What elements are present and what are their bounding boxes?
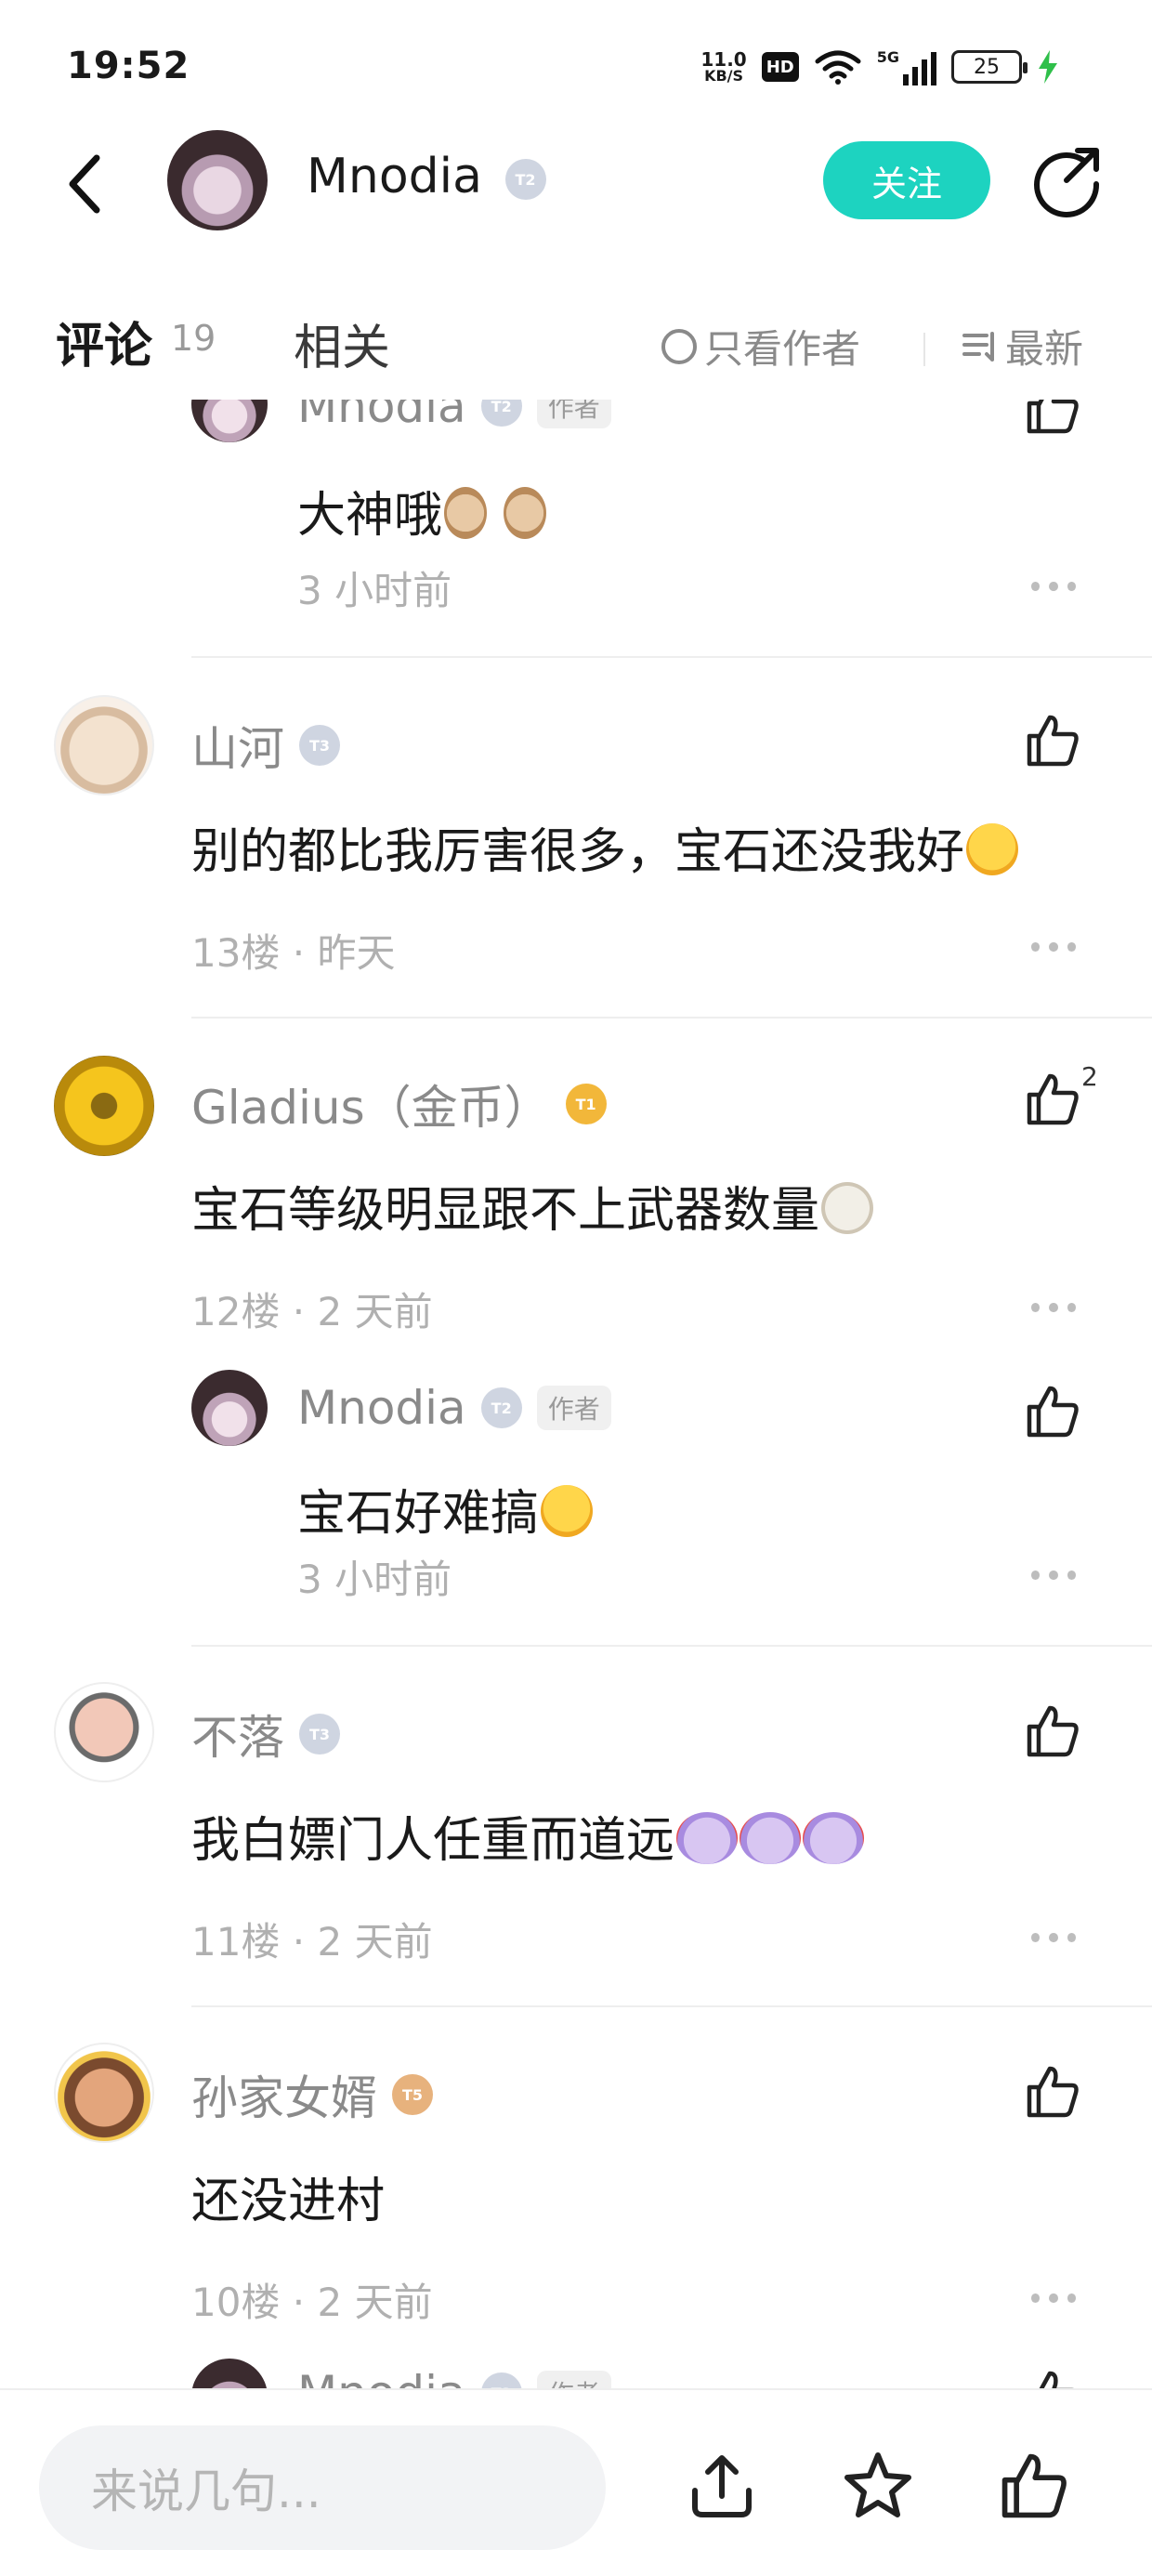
back-arrow-icon[interactable] <box>56 147 111 221</box>
more-options-icon[interactable] <box>1031 2293 1076 2305</box>
ghost-emoji <box>803 1812 865 1864</box>
status-bar: 19:52 11.0 KB/S HD 5G 25 <box>0 0 1152 130</box>
comment-meta: 11楼 · 2 天前 <box>191 1919 433 1965</box>
level-badge: T2 <box>480 1387 522 1428</box>
avatar[interactable] <box>191 2359 268 2388</box>
hd-icon: HD <box>761 52 799 82</box>
upload-icon[interactable] <box>686 2450 758 2522</box>
like-icon[interactable] <box>1024 2368 1081 2388</box>
author-tag: 作者 <box>536 2371 611 2388</box>
divider <box>191 2005 1152 2007</box>
sort-icon <box>962 331 994 361</box>
thumbs-up-icon[interactable] <box>998 2450 1070 2522</box>
like-icon[interactable] <box>1024 712 1081 769</box>
star-icon[interactable] <box>842 2450 914 2522</box>
thumbs-up-emoji <box>504 487 547 539</box>
comment-author[interactable]: 孙家女婿 T5 <box>191 2061 433 2128</box>
follow-button[interactable]: 关注 <box>823 141 990 219</box>
comment-text: 大神哦 <box>297 476 547 545</box>
divider <box>191 656 1152 658</box>
avatar[interactable] <box>54 2043 154 2143</box>
comment-meta: 10楼 · 2 天前 <box>191 2280 433 2325</box>
comment-text: 别的都比我厉害很多，宝石还没我好 <box>191 812 1019 882</box>
more-options-icon[interactable] <box>1031 1571 1076 1582</box>
comment-author[interactable]: 不落 T3 <box>191 1701 340 1768</box>
bottom-bar: 来说几句... <box>0 2388 1152 2576</box>
avatar[interactable] <box>191 400 268 442</box>
author-only-toggle[interactable]: 只看作者 <box>661 318 860 375</box>
like-icon[interactable] <box>1024 1383 1081 1440</box>
comment-text: 宝石好难搞 <box>297 1474 594 1544</box>
level-badge: T2 <box>504 159 546 200</box>
comment-tabs: 评论 19 相关 只看作者 最新 <box>0 297 1152 390</box>
comment-text: 我白嫖门人任重而道远 <box>191 1801 865 1871</box>
level-badge: T3 <box>299 725 340 766</box>
radio-circle-icon <box>661 328 697 364</box>
comments-count: 19 <box>171 318 216 359</box>
comment-list: Mnodia T2 作者 大神哦 3 小时前 山河 T3 别的都比我厉害很多，宝… <box>0 400 1152 2388</box>
like-icon[interactable] <box>1024 1071 1081 1128</box>
net-speed: 11.0 KB/S <box>700 48 747 85</box>
avatar[interactable] <box>54 1056 154 1156</box>
comment-meta: 13楼 · 昨天 <box>191 930 396 976</box>
status-icons: 11.0 KB/S HD 5G 25 <box>700 45 1059 89</box>
level-badge: T1 <box>565 1084 607 1124</box>
level-badge: T2 <box>480 2372 522 2388</box>
cat-emoji <box>821 1182 874 1234</box>
more-options-icon[interactable] <box>1031 942 1076 953</box>
author-tag: 作者 <box>536 1386 611 1430</box>
battery-icon: 25 <box>951 50 1028 84</box>
header: Mnodia T2 关注 <box>0 130 1152 279</box>
more-options-icon[interactable] <box>1031 1933 1076 1944</box>
level-badge: T2 <box>480 400 522 427</box>
tab-comments[interactable]: 评论 <box>56 307 152 380</box>
comment-author[interactable]: Mnodia T2 作者 <box>297 400 611 433</box>
comment-author[interactable]: 山河 T3 <box>191 712 340 779</box>
like-icon[interactable] <box>1024 400 1081 437</box>
wifi-icon <box>815 50 861 85</box>
crying-emoji <box>541 1485 594 1537</box>
divider <box>191 1017 1152 1019</box>
comment-author[interactable]: Mnodia T2 作者 <box>297 1381 611 1435</box>
ghost-emoji <box>740 1812 802 1864</box>
divider <box>191 1645 1152 1647</box>
author-avatar[interactable] <box>167 130 268 230</box>
like-icon[interactable] <box>1024 2063 1081 2121</box>
status-time: 19:52 <box>67 45 190 87</box>
thumbs-up-emoji <box>444 487 488 539</box>
comment-author[interactable]: Mnodia T2 作者 <box>297 2366 611 2388</box>
like-icon[interactable] <box>1024 1702 1081 1760</box>
comment-text: 还没进村 <box>191 2174 386 2229</box>
sort-dropdown[interactable]: 最新 <box>961 318 1083 375</box>
like-count: 2 <box>1081 1061 1098 1092</box>
share-icon[interactable] <box>1028 141 1106 219</box>
more-options-icon[interactable] <box>1031 582 1076 593</box>
level-badge: T3 <box>299 1714 340 1755</box>
more-options-icon[interactable] <box>1031 1303 1076 1314</box>
ghost-emoji <box>676 1812 739 1864</box>
comment-input[interactable]: 来说几句... <box>39 2425 606 2550</box>
divider <box>923 333 925 366</box>
comment-meta: 3 小时前 <box>297 568 452 613</box>
author-tag: 作者 <box>536 400 611 428</box>
comment-text: 宝石等级明显跟不上武器数量 <box>191 1171 874 1241</box>
avatar[interactable] <box>54 1682 154 1782</box>
avatar[interactable] <box>54 695 154 795</box>
level-badge: T5 <box>392 2074 433 2115</box>
crying-emoji <box>966 823 1019 875</box>
comment-meta: 3 小时前 <box>297 1557 452 1602</box>
avatar[interactable] <box>191 1370 268 1446</box>
signal-icon: 5G <box>877 48 936 85</box>
tab-related[interactable]: 相关 <box>294 309 390 378</box>
comment-author[interactable]: Gladius（金币） T1 <box>191 1071 607 1137</box>
comment-meta: 12楼 · 2 天前 <box>191 1289 433 1334</box>
page-title[interactable]: Mnodia T2 <box>307 149 546 204</box>
charging-icon <box>1039 50 1057 84</box>
